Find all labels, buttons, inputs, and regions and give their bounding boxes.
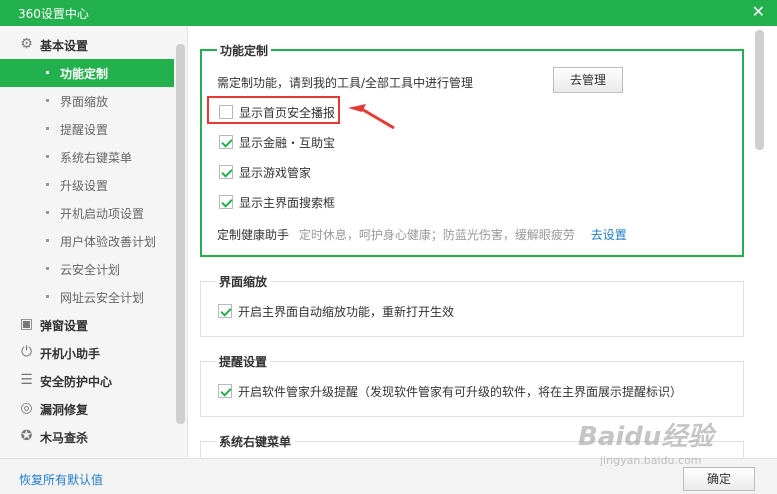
bullet-icon [46,295,49,298]
bullet-icon [46,267,49,270]
option-upgrade-reminder[interactable]: 开启软件管家升级提醒（发现软件管家有可升级的软件，将在主界面展示提醒标识） [218,384,682,400]
sidebar-item-url-cloud[interactable]: 网址云安全计划 [0,283,174,311]
window-icon: ▣ [19,316,34,332]
sidebar-item-ux-plan[interactable]: 用户体验改善计划 [0,227,174,255]
sidebar-item-label: 升级设置 [60,179,109,193]
sidebar-group-label: 安全防护中心 [40,375,113,389]
sidebar-item-label: 网址云安全计划 [60,291,145,305]
manage-button[interactable]: 去管理 [553,67,623,93]
bullet-icon [46,239,49,242]
patch-icon: ◎ [20,400,33,416]
option-auto-zoom[interactable]: 开启主界面自动缩放功能，重新打开生效 [218,304,454,320]
section-reminder: 提醒设置 开启软件管家升级提醒（发现软件管家有可升级的软件，将在主界面展示提醒标… [200,353,744,417]
scrollbar-thumb[interactable] [755,30,764,150]
sidebar-item-label: 用户体验改善计划 [60,235,157,249]
highlight-box [207,96,340,124]
checkbox[interactable] [219,195,233,209]
bullet-icon [46,183,49,186]
checkbox[interactable] [218,384,232,398]
bullet-icon [46,71,49,74]
health-row: 定制健康助手 定时休息，呵护身心健康；防蓝光伤害，缓解眼疲劳 去设置 [217,226,627,243]
sidebar-group-popup[interactable]: ▣ 弹窗设置 [0,311,174,339]
main-scrollbar[interactable] [755,30,764,454]
bullet-icon [46,211,49,214]
settings-panel: 功能定制 需定制功能，请到我的工具/全部工具中进行管理 去管理 显示首页安全播报… [188,26,777,471]
bullet-icon [46,155,49,158]
restore-defaults-link[interactable]: 恢复所有默认值 [19,471,103,488]
sidebar-scrollbar[interactable] [176,44,185,452]
sidebar-item-label: 系统右键菜单 [60,151,133,165]
section-zoom: 界面缩放 开启主界面自动缩放功能，重新打开生效 [200,273,744,337]
sidebar-group-protection[interactable]: ☰ 安全防护中心 [0,367,174,395]
window-title: 360设置中心 [18,7,89,21]
sidebar: ⚙ 基本设置 功能定制 界面缩放 提醒设置 系统右键菜单 升级设置 开机启动项设… [0,26,188,458]
sliders-icon: ☰ [20,372,33,388]
sidebar-group-label: 开机小助手 [40,347,101,361]
title-bar: 360设置中心 ✕ [0,0,777,26]
health-settings-link[interactable]: 去设置 [591,228,627,242]
bullet-icon [46,127,49,130]
section-title: 界面缩放 [216,273,271,290]
watermark-sub: jingyan.baidu.com [600,454,702,467]
section-custom: 功能定制 需定制功能，请到我的工具/全部工具中进行管理 去管理 显示首页安全播报… [200,42,744,257]
sidebar-group-trojan[interactable]: ✪ 木马查杀 [0,423,174,451]
checkbox[interactable] [219,135,233,149]
sidebar-item-label: 界面缩放 [60,95,109,109]
bullet-icon [46,99,49,102]
health-label: 定制健康助手 [217,228,290,242]
watermark: Baidu经验 jingyan.baidu.com [578,420,728,486]
sidebar-item-custom[interactable]: 功能定制 [0,59,174,87]
option-label: 显示游戏管家 [239,166,312,180]
option-label: 显示金融・互助宝 [239,136,336,150]
sidebar-group-label: 基本设置 [40,39,89,53]
option-search-box[interactable]: 显示主界面搜索框 [219,195,335,211]
checkbox[interactable] [219,165,233,179]
sidebar-item-reminder[interactable]: 提醒设置 [0,115,174,143]
checkbox[interactable] [218,304,232,318]
sidebar-group-label: 弹窗设置 [40,319,89,333]
sidebar-item-label: 功能定制 [60,67,109,81]
sidebar-item-label: 云安全计划 [60,263,121,277]
sidebar-item-upgrade[interactable]: 升级设置 [0,171,174,199]
option-label: 开启软件管家升级提醒（发现软件管家有可升级的软件，将在主界面展示提醒标识） [238,385,683,399]
sidebar-group-basic[interactable]: ⚙ 基本设置 [0,31,174,59]
power-icon: ⏻ [20,344,33,360]
sidebar-item-startup[interactable]: 开机启动项设置 [0,199,174,227]
option-label: 开启主界面自动缩放功能，重新打开生效 [238,305,455,319]
section-title: 功能定制 [217,42,272,59]
annotation-arrow-icon [348,104,395,130]
sidebar-item-zoom[interactable]: 界面缩放 [0,87,174,115]
sidebar-item-label: 开机启动项设置 [60,207,145,221]
watermark-text: Baidu经验 [578,422,714,452]
custom-hint: 需定制功能，请到我的工具/全部工具中进行管理 [217,76,474,90]
option-finance[interactable]: 显示金融・互助宝 [219,135,335,151]
gear-icon: ⚙ [20,36,33,52]
scrollbar-thumb[interactable] [176,44,185,424]
sidebar-group-label: 木马查杀 [40,431,89,445]
section-title: 系统右键菜单 [216,433,295,450]
section-title: 提醒设置 [216,353,271,370]
health-description: 定时休息，呵护身心健康；防蓝光伤害，缓解眼疲劳 [298,228,575,242]
option-game-manager[interactable]: 显示游戏管家 [219,165,311,181]
sidebar-group-boot-helper[interactable]: ⏻ 开机小助手 [0,339,174,367]
sidebar-item-context-menu[interactable]: 系统右键菜单 [0,143,174,171]
sidebar-item-label: 提醒设置 [60,123,109,137]
sidebar-group-label: 漏洞修复 [40,403,89,417]
close-icon[interactable]: ✕ [752,2,765,22]
sidebar-item-cloud-security[interactable]: 云安全计划 [0,255,174,283]
option-label: 显示主界面搜索框 [239,196,336,210]
sidebar-group-vuln-fix[interactable]: ◎ 漏洞修复 [0,395,174,423]
trojan-icon: ✪ [20,428,33,444]
